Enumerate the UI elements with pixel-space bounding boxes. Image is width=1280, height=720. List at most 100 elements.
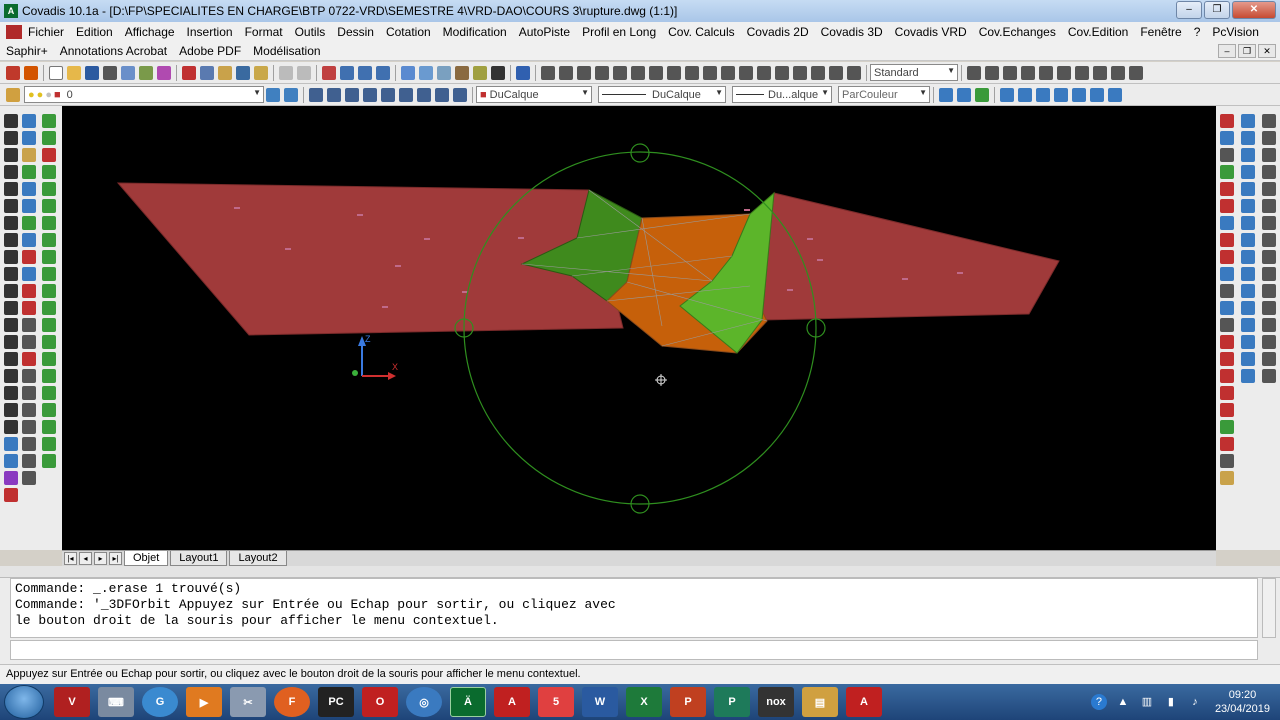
view-left-icon[interactable] [1036, 87, 1050, 102]
insert-block-icon[interactable] [4, 301, 18, 315]
covadis-tool-a-icon[interactable] [4, 437, 18, 451]
r47-icon[interactable] [1262, 250, 1276, 264]
help-tray-icon[interactable]: ? [1090, 694, 1107, 710]
menu-cov-edition[interactable]: Cov.Edition [1062, 25, 1134, 39]
r28-icon[interactable] [1241, 199, 1255, 213]
r26-icon[interactable] [1241, 165, 1255, 179]
table-icon[interactable] [4, 403, 18, 417]
color-combo[interactable]: ■ DuCalque ▼ [476, 86, 592, 103]
covadis-a19-icon[interactable] [22, 420, 36, 434]
ucs-world-icon[interactable] [985, 65, 999, 80]
zoom-in-icon[interactable] [309, 87, 323, 102]
menu-modification[interactable]: Modification [437, 25, 513, 39]
file-explorer-icon[interactable]: ▤ [802, 687, 838, 717]
r43-icon[interactable] [1262, 182, 1276, 196]
covadis-tool-c-icon[interactable] [4, 471, 18, 485]
covadis-tool-d-icon[interactable] [4, 488, 18, 502]
tab-objet[interactable]: Objet [124, 551, 169, 566]
zoom-dynamic-icon[interactable] [327, 87, 341, 102]
r32-icon[interactable] [1241, 267, 1255, 281]
menu-covadis-3d[interactable]: Covadis 3D [815, 25, 889, 39]
menu-autopiste[interactable]: AutoPiste [513, 25, 576, 39]
r51-icon[interactable] [1262, 318, 1276, 332]
menu-format[interactable]: Format [239, 25, 289, 39]
covadis-a1-icon[interactable] [22, 114, 36, 128]
ucs-view-icon[interactable] [1057, 65, 1071, 80]
redo-icon[interactable] [297, 65, 311, 80]
r11-icon[interactable] [1220, 284, 1234, 298]
menu-affichage[interactable]: Affichage [119, 25, 181, 39]
zoom-extents-icon[interactable] [453, 87, 467, 102]
plotstyle-combo[interactable]: ParCouleur ▼ [838, 86, 930, 103]
free-orbit-icon[interactable] [957, 87, 971, 102]
acrobat-pro-icon[interactable]: A [494, 687, 530, 717]
covadis-a22-icon[interactable] [22, 471, 36, 485]
arc-icon[interactable] [4, 199, 18, 213]
menu-adobe-pdf[interactable]: Adobe PDF [173, 44, 247, 58]
linetype-combo[interactable]: DuCalque ▼ [598, 86, 726, 103]
r25-icon[interactable] [1241, 148, 1255, 162]
covadis-b20-icon[interactable] [42, 437, 56, 451]
r39-icon[interactable] [1262, 114, 1276, 128]
publisher-icon[interactable]: P [714, 687, 750, 717]
r50-icon[interactable] [1262, 301, 1276, 315]
r36-icon[interactable] [1241, 335, 1255, 349]
menu-help[interactable]: ? [1188, 25, 1207, 39]
revision-cloud-icon[interactable] [4, 233, 18, 247]
covadis-a7-icon[interactable] [22, 216, 36, 230]
ucs-object-icon[interactable] [1039, 65, 1053, 80]
covadis-b21-icon[interactable] [42, 454, 56, 468]
r5-icon[interactable] [1220, 182, 1234, 196]
r41-icon[interactable] [1262, 148, 1276, 162]
covadis-a18-icon[interactable] [22, 403, 36, 417]
dim-continue-icon[interactable] [685, 65, 699, 80]
covadis-a4-icon[interactable] [22, 165, 36, 179]
r18-icon[interactable] [1220, 403, 1234, 417]
covadis-taskbar-icon[interactable]: Ä [450, 687, 486, 717]
volume-icon[interactable]: ♪ [1187, 694, 1203, 710]
inspect-icon[interactable] [775, 65, 789, 80]
r49-icon[interactable] [1262, 284, 1276, 298]
polygon-icon[interactable] [4, 165, 18, 179]
dim-edit-icon[interactable] [811, 65, 825, 80]
covadis-a13-icon[interactable] [22, 318, 36, 332]
covadis-b15-icon[interactable] [42, 352, 56, 366]
prev-tab-button[interactable]: ◂ [79, 552, 92, 565]
command-scrollbar[interactable] [1262, 578, 1276, 638]
covadis-a21-icon[interactable] [22, 454, 36, 468]
nox-icon[interactable]: nox [758, 687, 794, 717]
r8-icon[interactable] [1220, 233, 1234, 247]
spline-icon[interactable] [4, 250, 18, 264]
ucs-zaxis-icon[interactable] [1093, 65, 1107, 80]
lineweight-combo[interactable]: Du...alque ▼ [732, 86, 832, 103]
minimize-button[interactable]: – [1176, 1, 1202, 19]
r45-icon[interactable] [1262, 216, 1276, 230]
hatch-icon[interactable] [4, 352, 18, 366]
view-right-icon[interactable] [1054, 87, 1068, 102]
covadis-b9-icon[interactable] [42, 250, 56, 264]
menu-saphir[interactable]: Saphir+ [0, 44, 54, 58]
drawing-viewport[interactable]: Z X [62, 106, 1216, 550]
publish-icon[interactable] [139, 65, 153, 80]
dim-linear-icon[interactable] [541, 65, 555, 80]
ucs-icon[interactable] [967, 65, 981, 80]
r16-icon[interactable] [1220, 369, 1234, 383]
gradient-icon[interactable] [4, 369, 18, 383]
covadis-b7-icon[interactable] [42, 216, 56, 230]
zoom-plus-icon[interactable] [399, 87, 413, 102]
r14-icon[interactable] [1220, 335, 1234, 349]
r6-icon[interactable] [1220, 199, 1234, 213]
covadis-a16-icon[interactable] [22, 369, 36, 383]
match-properties-icon[interactable] [236, 65, 250, 80]
signal-icon[interactable]: ▮ [1163, 694, 1179, 710]
make-current-icon[interactable] [266, 87, 280, 102]
dim-angular-icon[interactable] [631, 65, 645, 80]
r38-icon[interactable] [1241, 369, 1255, 383]
orbit-icon[interactable] [939, 87, 953, 102]
cut-icon[interactable] [182, 65, 196, 80]
doc-close-button[interactable]: ✕ [1258, 44, 1276, 58]
zoom-object-icon[interactable] [381, 87, 395, 102]
undo-icon[interactable] [279, 65, 293, 80]
r9-icon[interactable] [1220, 250, 1234, 264]
circle-icon[interactable] [4, 216, 18, 230]
